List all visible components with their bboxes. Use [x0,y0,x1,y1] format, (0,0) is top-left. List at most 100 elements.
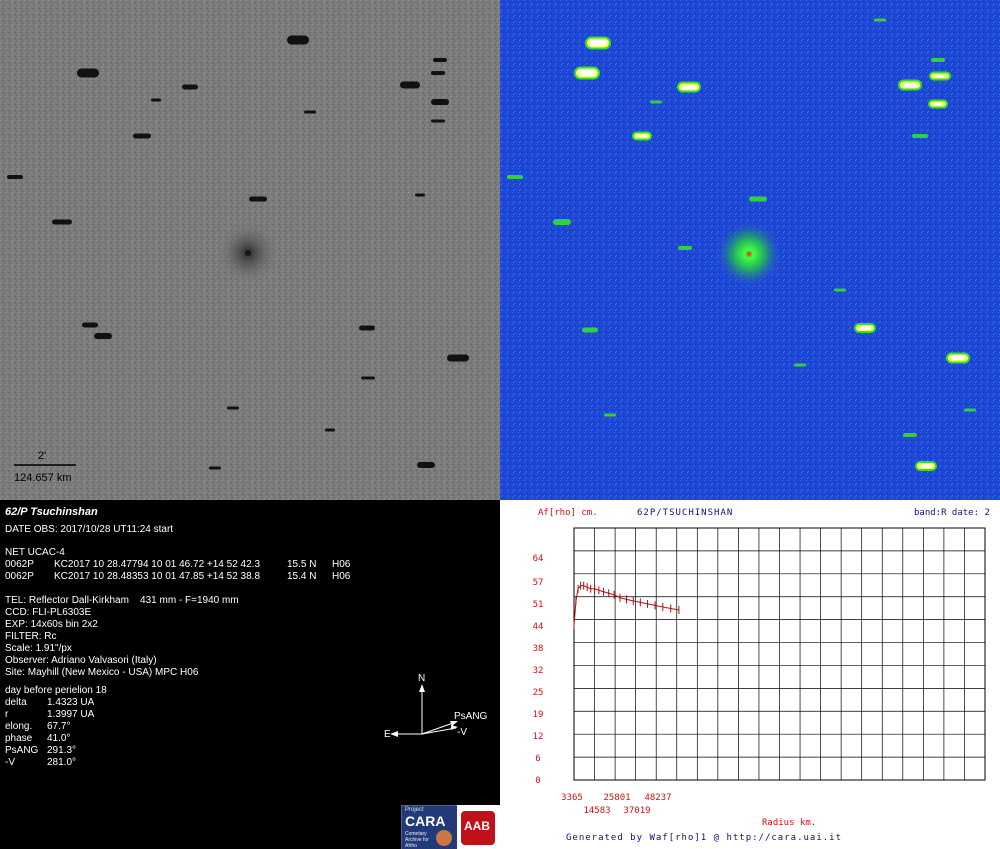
star-trail [749,196,767,202]
param-value: 291.3° [47,745,77,756]
star-trail [903,433,917,437]
star-trail [400,81,420,89]
afrho-chart: 0 6 12 19 25 32 38 44 51 57 64 3365 25801 48237 14583… [533,527,986,816]
param-value: 1.4323 UA [47,697,95,708]
grayscale-image-panel: 2' 124.657 km [0,0,500,500]
y-tick-label: 57 [533,578,544,588]
star-trail [82,322,98,328]
obs-site: H06 [332,571,351,582]
x-tick-label: 25801 [603,793,630,803]
y-tick-label: 0 [535,776,540,786]
star-trail [304,110,316,114]
filter: FILTER: Rc [5,631,57,642]
y-tick-label: 19 [533,710,544,720]
param-key: phase [5,733,33,744]
obs-mag: 15.5 N [287,559,317,570]
y-tick-label: 64 [533,554,544,564]
y-tick-label: 32 [533,666,544,676]
y-tick-label: 6 [535,754,540,764]
ccd: CCD: FLI-PL6303E [5,607,92,618]
param-value: 41.0° [47,733,71,744]
x-tick-label: 14583 [583,806,610,816]
star-trail-core [590,40,606,46]
y-tick-label: 38 [533,644,544,654]
param-value: 281.0° [47,757,77,768]
star-trail-core [579,70,595,76]
star-trail [553,219,571,225]
star-trail-core [637,135,647,137]
star-trail [287,35,309,45]
star-trail [361,376,375,380]
comet-nucleus [245,250,251,256]
obs-id: 0062P [5,559,34,570]
star-trail [650,100,662,104]
y-tick-label: 51 [533,600,544,610]
obs-code: KC2017 10 28.47794 10 01 46.72 +14 52 42… [54,559,261,570]
star-trail [433,58,447,62]
obs-id: 0062P [5,571,34,582]
star-trail-core [859,326,871,330]
pixel-scale: Scale: 1.91"/px [5,643,72,654]
site: Site: Mayhill (New Mexico - USA) MPC H06 [5,667,199,678]
observer: Observer: Adriano Valvasori (Italy) [5,655,157,666]
aab-logo: AAB [457,805,500,849]
obs-mag: 15.4 N [287,571,317,582]
star-trail [52,219,72,225]
compass-east: E [384,729,391,740]
compass-rose [390,684,458,737]
param-key: -V [5,757,15,768]
date-obs: DATE OBS: 2017/10/28 UT11:24 start [5,524,174,535]
star-trail [931,58,945,62]
star-trail [447,354,469,362]
star-trail-core [682,85,696,89]
telescope: TEL: Reflector Dall-Kirkham 431 mm - F=1… [5,595,239,606]
x-tick-label: 37019 [623,806,650,816]
param-key: r [5,709,9,720]
star-trail-core [951,356,965,360]
star-trail [582,327,598,333]
chart-footer: Generated by Waf[rho]1 @ http://cara.uai… [566,833,842,843]
param-value: 67.7° [47,721,71,732]
net-catalog: NET UCAC-4 [5,547,65,558]
cara-logo: Project CARA Cometary Archive for Afrho [401,805,458,849]
star-trail [133,133,151,139]
star-trail [182,84,198,90]
compass-psang: PsANG [454,711,488,722]
observation-info-panel: 62/P Tsuchinshan DATE OBS: 2017/10/28 UT… [0,500,500,849]
scale-arcmin: 2' [38,450,47,462]
grayscale-starfield [0,0,500,500]
star-trail [874,18,886,22]
star-trail [209,466,221,470]
star-trail [249,196,267,202]
star-trail [431,71,445,75]
star-trail-core [933,103,943,105]
star-trail [431,119,445,123]
scale-km: 124.657 km [14,472,72,484]
false-color-image-panel [500,0,1000,500]
x-tick-label: 48237 [644,793,671,803]
afrho-plot-panel: Af[rho] cm. 62P/TSUCHINSHAN band:R date:… [500,500,1000,849]
param-key: elong. [5,721,33,732]
star-trail [415,193,425,197]
perihelion-note: day before perielion 18 [5,685,107,696]
star-trail [964,408,976,412]
star-trail [678,246,692,250]
star-trail [834,288,846,292]
star-trail [7,175,23,179]
star-trail [227,406,239,410]
false-color-starfield [500,0,1000,500]
param-key: PsANG [5,745,39,756]
compass-north: N [418,673,426,684]
y-tick-label: 44 [533,622,544,632]
star-trail [77,68,99,78]
y-tick-label: 12 [533,732,544,742]
param-value: 1.3997 UA [47,709,95,720]
star-trail-core [920,464,932,468]
star-trail [151,98,161,102]
exposure: EXP: 14x60s bin 2x2 [5,619,98,630]
star-trail [94,333,112,339]
obs-site: H06 [332,559,351,570]
obs-code: KC2017 10 28.48353 10 01 47.85 +14 52 38… [54,571,261,582]
star-trail-core [934,75,946,77]
star-trail [325,428,335,432]
